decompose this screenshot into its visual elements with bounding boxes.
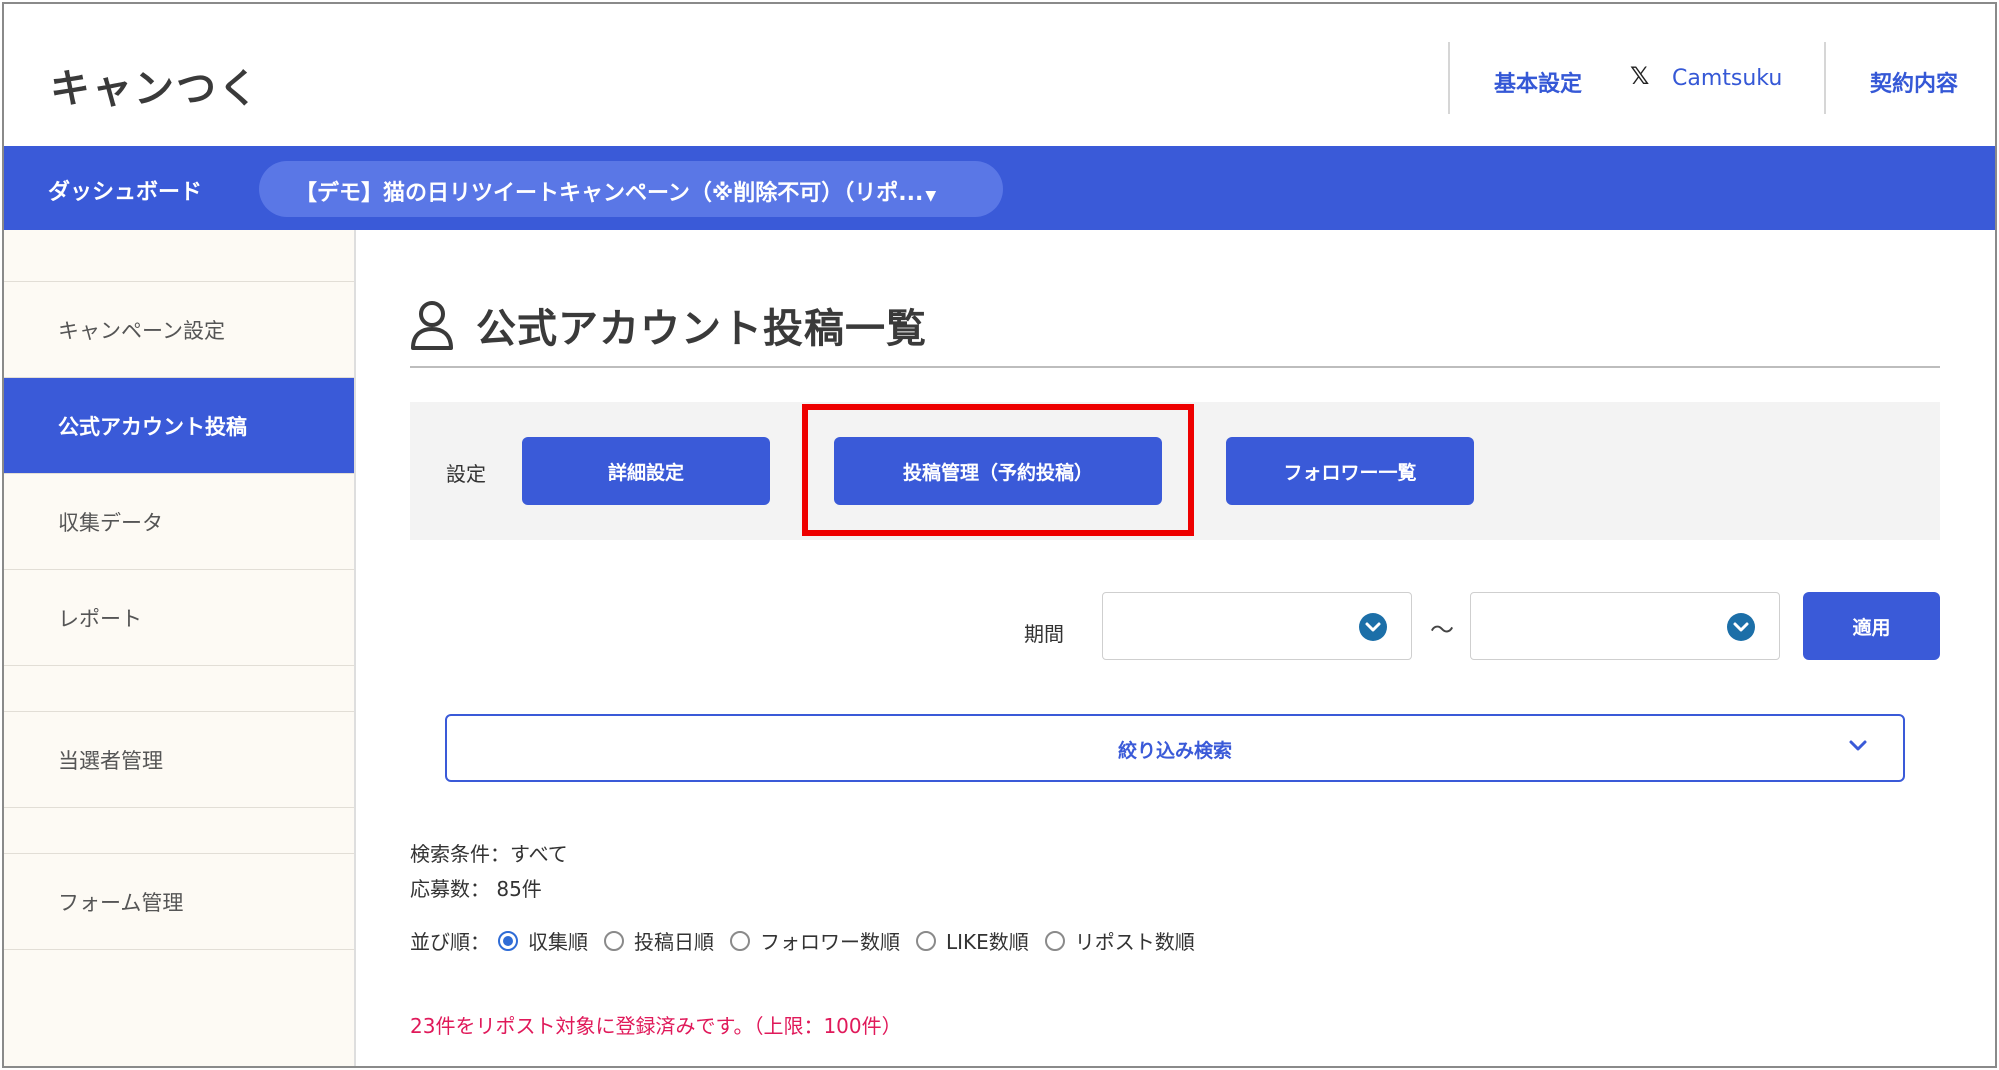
sort-option-post-date[interactable]: 投稿日順 (604, 926, 714, 955)
dashboard-link[interactable]: ダッシュボード (48, 174, 202, 206)
user-icon (411, 301, 453, 350)
settings-label: 設定 (446, 462, 486, 486)
sidebar-item-label: 公式アカウント投稿 (58, 414, 247, 439)
sidebar-spacer (4, 808, 354, 854)
caret-down-icon: ▼ (925, 188, 937, 204)
campaign-selector-label: 【デモ】猫の日リツイートキャンペーン（※削除不可）（リポ... (295, 181, 924, 206)
apply-button[interactable]: 適用 (1803, 592, 1940, 660)
sort-option-label: リポスト数順 (1074, 930, 1195, 954)
entry-count: 応募数： 85件 (410, 877, 542, 901)
app-logo[interactable]: キャンつく (50, 56, 260, 114)
campaign-bar: ダッシュボード 【デモ】猫の日リツイートキャンペーン（※削除不可）（リポ... ▼ (4, 146, 1995, 230)
sort-option-collected[interactable]: 収集順 (498, 926, 588, 955)
sidebar-item-campaign-settings[interactable]: キャンペーン設定 (4, 282, 354, 378)
sidebar-item-winner-management[interactable]: 当選者管理 (4, 712, 354, 808)
radio-button[interactable] (916, 930, 936, 951)
chevron-down-icon (1359, 613, 1387, 641)
main-content: 公式アカウント投稿一覧 設定 詳細設定 投稿管理（予約投稿） フォロワー一覧 期… (356, 230, 1995, 1066)
sort-option-label: LIKE数順 (946, 930, 1029, 954)
radio-button[interactable] (604, 930, 624, 951)
header: キャンつく 基本設定 𝕏 Camtsuku 契約内容 (4, 4, 1995, 146)
page-title-row: 公式アカウント投稿一覧 (410, 296, 927, 354)
chevron-down-icon (1727, 613, 1755, 641)
sort-option-likes[interactable]: LIKE数順 (916, 926, 1029, 955)
period-label: 期間 (1024, 622, 1064, 646)
chevron-down-icon (1849, 740, 1867, 751)
sidebar-item-label: 当選者管理 (58, 748, 163, 773)
filter-search-label: 絞り込み検索 (1117, 740, 1232, 762)
sidebar-item-label: レポート (58, 606, 142, 631)
x-logo-icon: 𝕏 (1630, 62, 1650, 90)
filter-search-toggle[interactable]: 絞り込み検索 (445, 714, 1905, 782)
detail-settings-button[interactable]: 詳細設定 (522, 437, 770, 505)
sort-option-followers[interactable]: フォロワー数順 (730, 926, 900, 955)
button-label: 適用 (1852, 616, 1891, 639)
sidebar-item-form-management[interactable]: フォーム管理 (4, 854, 354, 950)
header-divider (1448, 42, 1450, 114)
sidebar-item-report[interactable]: レポート (4, 570, 354, 666)
sidebar-spacer (4, 666, 354, 712)
page-title: 公式アカウント投稿一覧 (476, 306, 927, 352)
campaign-selector[interactable]: 【デモ】猫の日リツイートキャンペーン（※削除不可）（リポ... ▼ (259, 161, 1003, 217)
header-divider (1824, 42, 1826, 114)
sidebar-item-label: 収集データ (58, 510, 163, 535)
basic-settings-link[interactable]: 基本設定 (1494, 66, 1582, 98)
sidebar-item-label: キャンペーン設定 (58, 318, 225, 343)
contract-link[interactable]: 契約内容 (1870, 66, 1958, 98)
follower-list-button[interactable]: フォロワー一覧 (1226, 437, 1474, 505)
x-account-link[interactable]: Camtsuku (1672, 66, 1782, 91)
period-end-select[interactable] (1470, 592, 1780, 660)
sidebar-item-collected-data[interactable]: 収集データ (4, 474, 354, 570)
title-divider (410, 366, 1940, 368)
sort-option-label: 収集順 (528, 930, 588, 954)
search-condition: 検索条件：すべて (410, 842, 568, 866)
app-window: キャンつく 基本設定 𝕏 Camtsuku 契約内容 ダッシュボード 【デモ】猫… (2, 2, 1997, 1068)
period-start-select[interactable] (1102, 592, 1412, 660)
button-label: 詳細設定 (607, 461, 684, 484)
highlight-annotation (802, 404, 1194, 536)
sort-option-reposts[interactable]: リポスト数順 (1044, 926, 1195, 955)
sidebar-spacer (4, 230, 354, 282)
repost-limit-notice: 23件をリポスト対象に登録済みです。（上限：100件） (410, 1014, 902, 1038)
radio-button[interactable] (498, 930, 518, 951)
range-separator: 〜 (1430, 616, 1454, 644)
radio-button[interactable] (1044, 930, 1065, 951)
sidebar: キャンペーン設定 公式アカウント投稿 収集データ レポート 当選者管理 フォーム… (4, 230, 356, 1066)
sort-option-label: 投稿日順 (634, 930, 714, 954)
sort-option-label: フォロワー数順 (760, 930, 900, 954)
sidebar-item-label: フォーム管理 (58, 890, 184, 915)
radio-button[interactable] (730, 930, 750, 951)
sort-label: 並び順： (410, 930, 490, 954)
button-label: フォロワー一覧 (1283, 461, 1417, 484)
sidebar-item-official-posts[interactable]: 公式アカウント投稿 (4, 378, 354, 474)
sort-options: 並び順： 収集順 投稿日順 フォロワー数順 LIKE数順 リポスト数順 (410, 926, 1211, 955)
